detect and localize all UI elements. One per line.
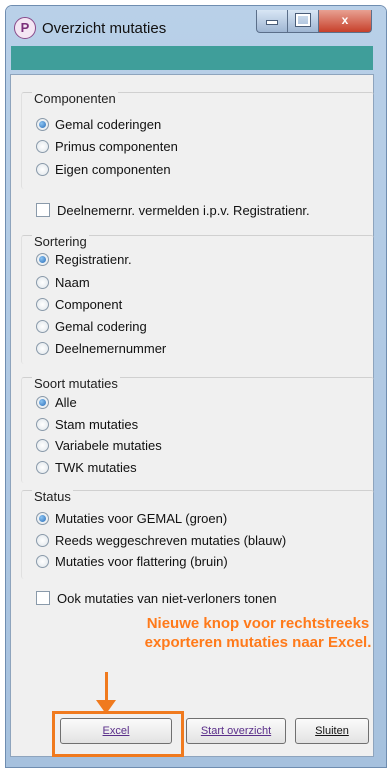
checkbox-icon[interactable]	[36, 591, 50, 605]
radio-sortering-registratienr[interactable]: Registratienr.	[36, 252, 132, 267]
radio-icon[interactable]	[36, 461, 49, 474]
radio-icon[interactable]	[36, 298, 49, 311]
group-title-componenten: Componenten	[32, 91, 118, 106]
group-title-sortering: Sortering	[32, 234, 89, 249]
radio-icon[interactable]	[36, 534, 49, 547]
radio-status-flattering[interactable]: Mutaties voor flattering (bruin)	[36, 554, 228, 569]
radio-icon[interactable]	[36, 342, 49, 355]
radio-icon[interactable]	[36, 320, 49, 333]
radio-componenten-gemal[interactable]: Gemal coderingen	[36, 117, 161, 132]
radio-soort-variabele[interactable]: Variabele mutaties	[36, 438, 162, 453]
group-status: Status Mutaties voor GEMAL (groen) Reeds…	[21, 489, 374, 579]
title-bar[interactable]: P Overzicht mutaties x	[6, 6, 386, 50]
radio-icon[interactable]	[36, 276, 49, 289]
radio-sortering-component[interactable]: Component	[36, 297, 122, 312]
radio-sortering-naam[interactable]: Naam	[36, 275, 90, 290]
radio-icon[interactable]	[36, 418, 49, 431]
close-icon: x	[341, 13, 349, 27]
radio-icon[interactable]	[36, 253, 49, 266]
radio-icon[interactable]	[36, 439, 49, 452]
radio-componenten-eigen[interactable]: Eigen componenten	[36, 162, 171, 177]
checkbox-deelnemernr[interactable]: Deelnemernr. vermelden i.p.v. Registrati…	[36, 203, 310, 218]
excel-button[interactable]: Excel	[60, 718, 172, 744]
radio-sortering-deelnemernummer[interactable]: Deelnemernummer	[36, 341, 166, 356]
minimize-button[interactable]	[256, 10, 288, 33]
minimize-icon	[267, 21, 277, 24]
radio-status-gemal[interactable]: Mutaties voor GEMAL (groen)	[36, 511, 227, 526]
sluiten-button[interactable]: Sluiten	[295, 718, 369, 744]
group-componenten: Componenten Gemal coderingen Primus comp…	[21, 91, 374, 189]
radio-icon[interactable]	[36, 163, 49, 176]
radio-soort-stam[interactable]: Stam mutaties	[36, 417, 138, 432]
annotation-line-1: Nieuwe knop voor rechtstreeks	[146, 615, 370, 632]
checkbox-icon[interactable]	[36, 203, 50, 217]
radio-soort-twk[interactable]: TWK mutaties	[36, 460, 137, 475]
close-button[interactable]: x	[318, 10, 372, 33]
radio-soort-alle[interactable]: Alle	[36, 395, 77, 410]
checkbox-niet-verloners[interactable]: Ook mutaties van niet-verloners tonen	[36, 591, 277, 606]
radio-icon[interactable]	[36, 555, 49, 568]
annotation-text: Nieuwe knop voor rechtstreeks exporteren…	[143, 614, 373, 652]
group-title-status: Status	[32, 489, 73, 504]
radio-icon[interactable]	[36, 396, 49, 409]
group-title-soort-mutaties: Soort mutaties	[32, 376, 120, 391]
radio-sortering-gemal-codering[interactable]: Gemal codering	[36, 319, 147, 334]
group-soort-mutaties: Soort mutaties Alle Stam mutaties Variab…	[21, 376, 374, 483]
annotation-line-2: exporteren mutaties naar Excel.	[144, 634, 372, 651]
header-bar	[11, 46, 373, 70]
app-icon: P	[14, 17, 36, 39]
maximize-icon	[296, 14, 310, 26]
radio-icon[interactable]	[36, 118, 49, 131]
group-sortering: Sortering Registratienr. Naam Component …	[21, 234, 374, 364]
maximize-button[interactable]	[287, 10, 319, 33]
radio-icon[interactable]	[36, 140, 49, 153]
radio-status-weggeschreven[interactable]: Reeds weggeschreven mutaties (blauw)	[36, 533, 286, 548]
start-overzicht-button[interactable]: Start overzicht	[186, 718, 286, 744]
radio-componenten-primus[interactable]: Primus componenten	[36, 139, 178, 154]
radio-icon[interactable]	[36, 512, 49, 525]
window-title: Overzicht mutaties	[42, 20, 167, 37]
